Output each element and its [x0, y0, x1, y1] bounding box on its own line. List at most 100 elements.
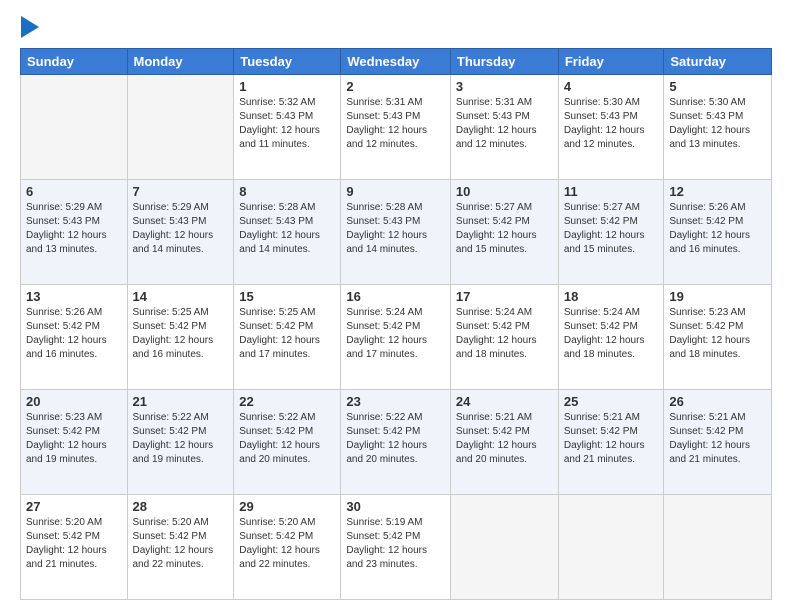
calendar-week-row: 13 Sunrise: 5:26 AM Sunset: 5:42 PM Dayli…: [21, 285, 772, 390]
calendar-cell: 2 Sunrise: 5:31 AM Sunset: 5:43 PM Daylig…: [341, 75, 451, 180]
day-number: 3: [456, 79, 553, 94]
day-info: Sunrise: 5:22 AM Sunset: 5:42 PM Dayligh…: [239, 411, 335, 467]
day-number: 16: [346, 289, 445, 304]
day-info: Sunrise: 5:22 AM Sunset: 5:42 PM Dayligh…: [133, 411, 229, 467]
day-number: 4: [564, 79, 659, 94]
calendar-cell: 1Sunrise: 5:32 AM Sunset: 5:43 PM Daylig…: [234, 75, 341, 180]
calendar-cell: 11 Sunrise: 5:27 AM Sunset: 5:42 PM Dayli…: [558, 180, 664, 285]
page: SundayMondayTuesdayWednesdayThursdayFrid…: [0, 0, 792, 612]
weekday-header-tuesday: Tuesday: [234, 49, 341, 75]
calendar-cell: 15Sunrise: 5:25 AM Sunset: 5:42 PM Dayli…: [234, 285, 341, 390]
day-number: 11: [564, 184, 659, 199]
calendar-table: SundayMondayTuesdayWednesdayThursdayFrid…: [20, 48, 772, 600]
day-number: 13: [26, 289, 122, 304]
calendar-cell: 29Sunrise: 5:20 AM Sunset: 5:42 PM Dayli…: [234, 495, 341, 600]
header: [20, 16, 772, 38]
calendar-cell: 12Sunrise: 5:26 AM Sunset: 5:42 PM Dayli…: [664, 180, 772, 285]
calendar-cell: 14 Sunrise: 5:25 AM Sunset: 5:42 PM Dayli…: [127, 285, 234, 390]
calendar-cell: 4 Sunrise: 5:30 AM Sunset: 5:43 PM Daylig…: [558, 75, 664, 180]
day-info: Sunrise: 5:30 AM Sunset: 5:43 PM Dayligh…: [669, 96, 766, 152]
day-info: Sunrise: 5:21 AM Sunset: 5:42 PM Dayligh…: [456, 411, 553, 467]
day-number: 21: [133, 394, 229, 409]
day-number: 26: [669, 394, 766, 409]
day-info: Sunrise: 5:22 AM Sunset: 5:42 PM Dayligh…: [346, 411, 445, 467]
day-info: Sunrise: 5:31 AM Sunset: 5:43 PM Dayligh…: [456, 96, 553, 152]
day-number: 2: [346, 79, 445, 94]
calendar-cell: 7 Sunrise: 5:29 AM Sunset: 5:43 PM Daylig…: [127, 180, 234, 285]
day-info: Sunrise: 5:20 AM Sunset: 5:42 PM Dayligh…: [133, 516, 229, 572]
day-info: Sunrise: 5:21 AM Sunset: 5:42 PM Dayligh…: [564, 411, 659, 467]
calendar-week-row: 6 Sunrise: 5:29 AM Sunset: 5:43 PM Daylig…: [21, 180, 772, 285]
day-number: 27: [26, 499, 122, 514]
weekday-header-sunday: Sunday: [21, 49, 128, 75]
day-number: 18: [564, 289, 659, 304]
calendar-cell: 27 Sunrise: 5:20 AM Sunset: 5:42 PM Dayli…: [21, 495, 128, 600]
calendar-cell: 5 Sunrise: 5:30 AM Sunset: 5:43 PM Daylig…: [664, 75, 772, 180]
calendar-cell: 24 Sunrise: 5:21 AM Sunset: 5:42 PM Dayli…: [450, 390, 558, 495]
logo-icon: [21, 16, 39, 38]
day-info: Sunrise: 5:28 AM Sunset: 5:43 PM Dayligh…: [239, 201, 335, 257]
calendar-cell: 6Sunrise: 5:29 AM Sunset: 5:43 PM Daylig…: [21, 180, 128, 285]
day-info: Sunrise: 5:31 AM Sunset: 5:43 PM Dayligh…: [346, 96, 445, 152]
day-info: Sunrise: 5:26 AM Sunset: 5:42 PM Dayligh…: [26, 306, 122, 362]
day-number: 20: [26, 394, 122, 409]
calendar-week-row: 27 Sunrise: 5:20 AM Sunset: 5:42 PM Dayli…: [21, 495, 772, 600]
day-number: 9: [346, 184, 445, 199]
calendar-cell: 13 Sunrise: 5:26 AM Sunset: 5:42 PM Dayli…: [21, 285, 128, 390]
calendar-cell: [664, 495, 772, 600]
weekday-header-saturday: Saturday: [664, 49, 772, 75]
day-number: 8: [239, 184, 335, 199]
day-info: Sunrise: 5:30 AM Sunset: 5:43 PM Dayligh…: [564, 96, 659, 152]
day-number: 25: [564, 394, 659, 409]
calendar-cell: 30 Sunrise: 5:19 AM Sunset: 5:42 PM Dayli…: [341, 495, 451, 600]
calendar-cell: 26Sunrise: 5:21 AM Sunset: 5:42 PM Dayli…: [664, 390, 772, 495]
calendar-cell: 10 Sunrise: 5:27 AM Sunset: 5:42 PM Dayli…: [450, 180, 558, 285]
day-number: 30: [346, 499, 445, 514]
weekday-header-monday: Monday: [127, 49, 234, 75]
day-number: 10: [456, 184, 553, 199]
calendar-cell: 18 Sunrise: 5:24 AM Sunset: 5:42 PM Dayli…: [558, 285, 664, 390]
day-info: Sunrise: 5:23 AM Sunset: 5:42 PM Dayligh…: [669, 306, 766, 362]
calendar-week-row: 20Sunrise: 5:23 AM Sunset: 5:42 PM Dayli…: [21, 390, 772, 495]
day-info: Sunrise: 5:20 AM Sunset: 5:42 PM Dayligh…: [26, 516, 122, 572]
day-info: Sunrise: 5:26 AM Sunset: 5:42 PM Dayligh…: [669, 201, 766, 257]
calendar-cell: 28 Sunrise: 5:20 AM Sunset: 5:42 PM Dayli…: [127, 495, 234, 600]
calendar-cell: [558, 495, 664, 600]
day-number: 23: [346, 394, 445, 409]
day-info: Sunrise: 5:24 AM Sunset: 5:42 PM Dayligh…: [564, 306, 659, 362]
calendar-cell: 20Sunrise: 5:23 AM Sunset: 5:42 PM Dayli…: [21, 390, 128, 495]
day-info: Sunrise: 5:25 AM Sunset: 5:42 PM Dayligh…: [133, 306, 229, 362]
weekday-header-wednesday: Wednesday: [341, 49, 451, 75]
day-info: Sunrise: 5:19 AM Sunset: 5:42 PM Dayligh…: [346, 516, 445, 572]
calendar-week-row: 1Sunrise: 5:32 AM Sunset: 5:43 PM Daylig…: [21, 75, 772, 180]
calendar-cell: 3 Sunrise: 5:31 AM Sunset: 5:43 PM Daylig…: [450, 75, 558, 180]
calendar-cell: 16Sunrise: 5:24 AM Sunset: 5:42 PM Dayli…: [341, 285, 451, 390]
calendar-cell: 22Sunrise: 5:22 AM Sunset: 5:42 PM Dayli…: [234, 390, 341, 495]
calendar-cell: [450, 495, 558, 600]
calendar-cell: 19 Sunrise: 5:23 AM Sunset: 5:42 PM Dayli…: [664, 285, 772, 390]
day-info: Sunrise: 5:29 AM Sunset: 5:43 PM Dayligh…: [133, 201, 229, 257]
day-number: 28: [133, 499, 229, 514]
calendar-cell: 23 Sunrise: 5:22 AM Sunset: 5:42 PM Dayli…: [341, 390, 451, 495]
day-number: 15: [239, 289, 335, 304]
day-number: 19: [669, 289, 766, 304]
day-number: 14: [133, 289, 229, 304]
logo: [20, 16, 39, 38]
day-number: 24: [456, 394, 553, 409]
calendar-cell: 8 Sunrise: 5:28 AM Sunset: 5:43 PM Daylig…: [234, 180, 341, 285]
weekday-header-row: SundayMondayTuesdayWednesdayThursdayFrid…: [21, 49, 772, 75]
day-info: Sunrise: 5:28 AM Sunset: 5:43 PM Dayligh…: [346, 201, 445, 257]
day-number: 5: [669, 79, 766, 94]
calendar-cell: 21 Sunrise: 5:22 AM Sunset: 5:42 PM Dayli…: [127, 390, 234, 495]
day-number: 7: [133, 184, 229, 199]
day-number: 6: [26, 184, 122, 199]
weekday-header-friday: Friday: [558, 49, 664, 75]
day-info: Sunrise: 5:27 AM Sunset: 5:42 PM Dayligh…: [564, 201, 659, 257]
day-info: Sunrise: 5:32 AM Sunset: 5:43 PM Dayligh…: [239, 96, 335, 152]
calendar-cell: [21, 75, 128, 180]
day-info: Sunrise: 5:27 AM Sunset: 5:42 PM Dayligh…: [456, 201, 553, 257]
day-number: 29: [239, 499, 335, 514]
day-number: 17: [456, 289, 553, 304]
day-info: Sunrise: 5:24 AM Sunset: 5:42 PM Dayligh…: [456, 306, 553, 362]
calendar-cell: 17 Sunrise: 5:24 AM Sunset: 5:42 PM Dayli…: [450, 285, 558, 390]
